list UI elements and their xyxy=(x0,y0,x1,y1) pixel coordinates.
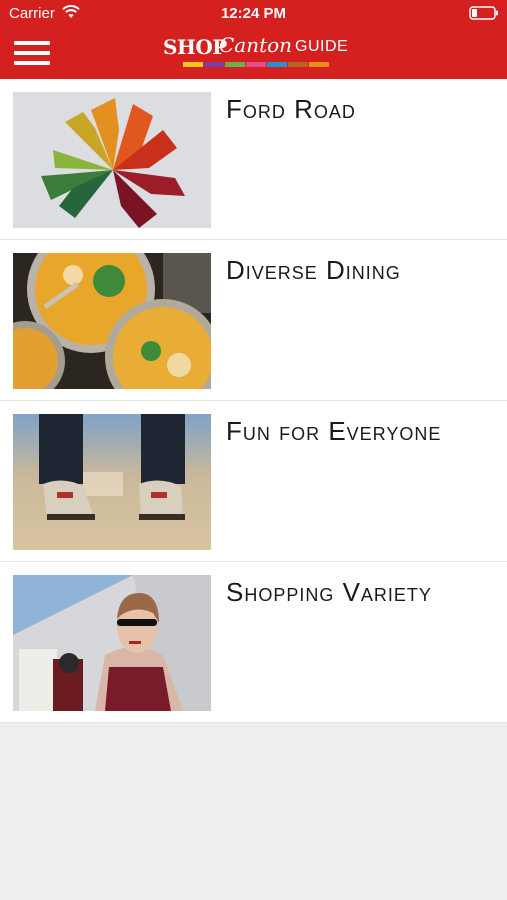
logo-color-stripes xyxy=(183,62,330,67)
logo-stripe-5 xyxy=(288,62,308,67)
logo-stripe-4 xyxy=(267,62,287,67)
logo-stripe-6 xyxy=(309,62,329,67)
list-item-title: Fun for Everyone xyxy=(226,416,442,446)
list-item-title: Shopping Variety xyxy=(226,577,432,607)
nav-bar: SHOP Canton GUIDE xyxy=(0,28,507,79)
list-item-ford-road[interactable]: Ford Road xyxy=(0,79,507,240)
status-bar: Carrier 12:24 PM xyxy=(0,0,507,28)
list-item-shopping-variety[interactable]: Shopping Variety xyxy=(0,562,507,723)
status-time: 12:24 PM xyxy=(220,5,287,22)
soup-bowls-image xyxy=(13,253,211,389)
logo-stripe-1 xyxy=(204,62,224,67)
logo-stripe-3 xyxy=(246,62,266,67)
bowling-shoes-image xyxy=(13,414,211,550)
logo-guide-text: GUIDE xyxy=(295,38,349,55)
autumn-leaves-image xyxy=(13,92,211,228)
guide-list: Ford Road Diverse Dining Fun for Everyon… xyxy=(0,79,507,723)
shop-canton-guide-logo: SHOP Canton GUIDE xyxy=(163,33,349,69)
list-item-title: Ford Road xyxy=(226,94,356,124)
hamburger-menu-icon[interactable] xyxy=(14,41,50,65)
shopper-woman-image xyxy=(13,575,211,711)
logo-canton-text: Canton xyxy=(219,33,293,57)
battery-icon xyxy=(469,6,498,20)
list-item-diverse-dining[interactable]: Diverse Dining xyxy=(0,240,507,401)
logo-stripe-2 xyxy=(225,62,245,67)
list-item-title: Diverse Dining xyxy=(226,255,401,285)
list-item-fun-for-everyone[interactable]: Fun for Everyone xyxy=(0,401,507,562)
logo-shop-text: SHOP xyxy=(163,35,227,59)
logo-stripe-0 xyxy=(183,62,203,67)
app-header: Carrier 12:24 PM SHOP Canton GUIDE xyxy=(0,0,507,79)
